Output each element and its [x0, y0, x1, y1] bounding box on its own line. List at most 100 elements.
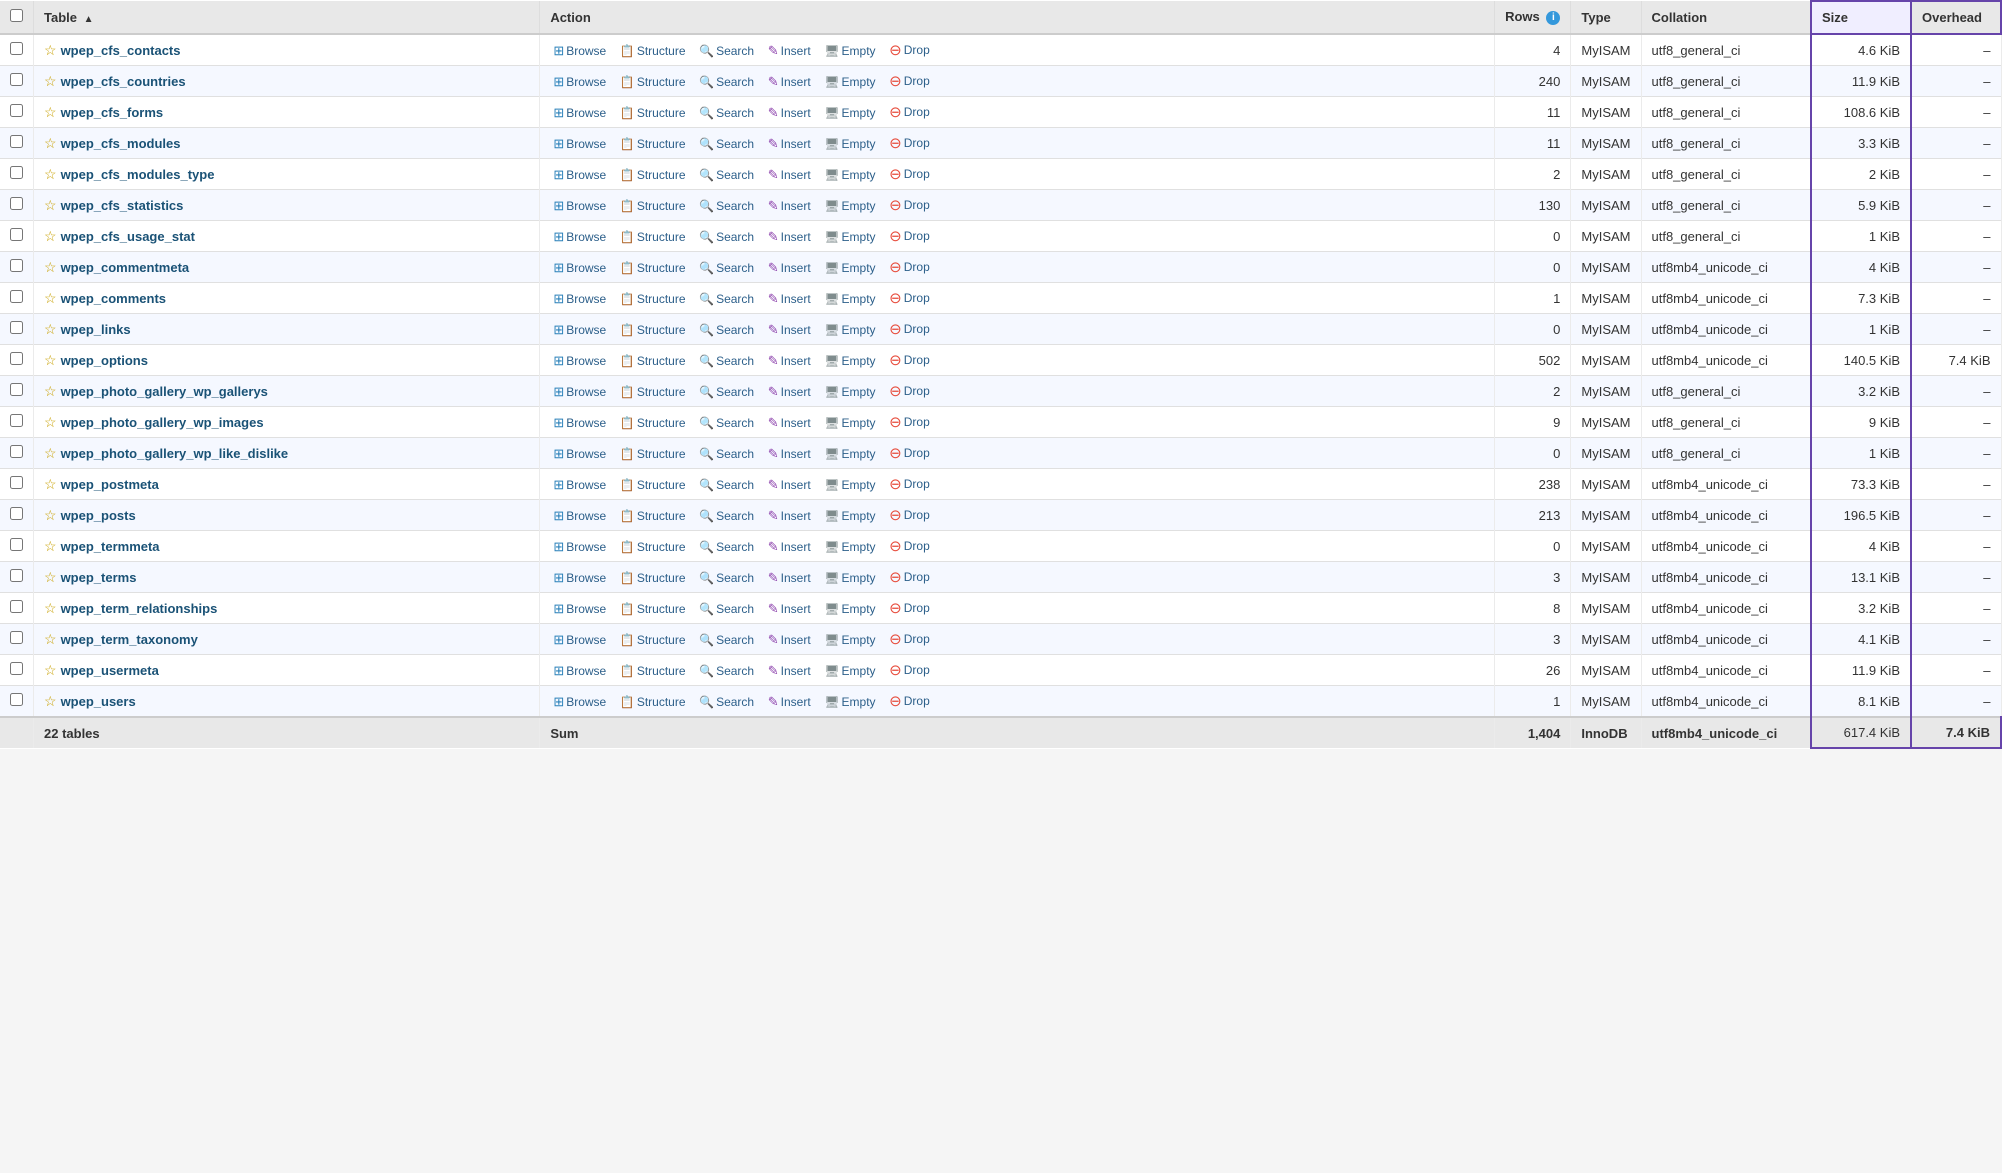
browse-button[interactable]: ⊞ Browse	[550, 383, 609, 401]
search-button[interactable]: 🔍 Search	[696, 415, 757, 431]
search-label[interactable]: Search	[716, 199, 754, 213]
structure-label[interactable]: Structure	[637, 44, 686, 58]
empty-button[interactable]: 🖥 Empty	[821, 632, 878, 648]
insert-label[interactable]: Insert	[781, 44, 811, 58]
favorite-star-icon[interactable]: ☆	[44, 135, 57, 151]
table-name-link[interactable]: wpep_postmeta	[61, 477, 159, 492]
table-name-link[interactable]: wpep_termmeta	[61, 539, 160, 554]
drop-label[interactable]: Drop	[904, 384, 930, 398]
row-checkbox[interactable]	[10, 507, 23, 520]
browse-button[interactable]: ⊞ Browse	[550, 42, 609, 60]
row-checkbox[interactable]	[10, 414, 23, 427]
empty-label[interactable]: Empty	[842, 199, 876, 213]
search-label[interactable]: Search	[716, 478, 754, 492]
drop-button[interactable]: ⊖ Drop	[886, 629, 933, 649]
insert-button[interactable]: ✎ Insert	[765, 631, 814, 649]
search-button[interactable]: 🔍 Search	[696, 74, 757, 90]
drop-button[interactable]: ⊖ Drop	[886, 195, 933, 215]
drop-label[interactable]: Drop	[904, 198, 930, 212]
structure-button[interactable]: 📋 Structure	[617, 570, 689, 586]
empty-button[interactable]: 🖥 Empty	[821, 353, 878, 369]
insert-button[interactable]: ✎ Insert	[765, 135, 814, 153]
browse-button[interactable]: ⊞ Browse	[550, 104, 609, 122]
empty-button[interactable]: 🖥 Empty	[821, 260, 878, 276]
structure-label[interactable]: Structure	[637, 447, 686, 461]
structure-label[interactable]: Structure	[637, 354, 686, 368]
drop-button[interactable]: ⊖ Drop	[886, 536, 933, 556]
rows-info-icon[interactable]: i	[1546, 11, 1560, 25]
drop-label[interactable]: Drop	[904, 105, 930, 119]
search-button[interactable]: 🔍 Search	[696, 353, 757, 369]
drop-button[interactable]: ⊖ Drop	[886, 505, 933, 525]
insert-button[interactable]: ✎ Insert	[765, 600, 814, 618]
drop-label[interactable]: Drop	[904, 43, 930, 57]
browse-label[interactable]: Browse	[566, 75, 606, 89]
drop-label[interactable]: Drop	[904, 353, 930, 367]
search-button[interactable]: 🔍 Search	[696, 167, 757, 183]
structure-label[interactable]: Structure	[637, 416, 686, 430]
search-button[interactable]: 🔍 Search	[696, 136, 757, 152]
browse-label[interactable]: Browse	[566, 633, 606, 647]
table-name-link[interactable]: wpep_cfs_modules_type	[61, 167, 215, 182]
insert-label[interactable]: Insert	[781, 416, 811, 430]
empty-label[interactable]: Empty	[842, 478, 876, 492]
row-checkbox[interactable]	[10, 569, 23, 582]
drop-label[interactable]: Drop	[904, 167, 930, 181]
structure-label[interactable]: Structure	[637, 230, 686, 244]
empty-label[interactable]: Empty	[842, 633, 876, 647]
table-name-link[interactable]: wpep_terms	[61, 570, 137, 585]
row-checkbox[interactable]	[10, 104, 23, 117]
structure-label[interactable]: Structure	[637, 509, 686, 523]
row-checkbox[interactable]	[10, 445, 23, 458]
empty-label[interactable]: Empty	[842, 602, 876, 616]
empty-button[interactable]: 🖥 Empty	[821, 539, 878, 555]
browse-button[interactable]: ⊞ Browse	[550, 197, 609, 215]
browse-label[interactable]: Browse	[566, 509, 606, 523]
favorite-star-icon[interactable]: ☆	[44, 538, 57, 554]
favorite-star-icon[interactable]: ☆	[44, 445, 57, 461]
drop-button[interactable]: ⊖ Drop	[886, 257, 933, 277]
insert-label[interactable]: Insert	[781, 509, 811, 523]
insert-button[interactable]: ✎ Insert	[765, 73, 814, 91]
insert-button[interactable]: ✎ Insert	[765, 662, 814, 680]
drop-button[interactable]: ⊖ Drop	[886, 474, 933, 494]
browse-label[interactable]: Browse	[566, 199, 606, 213]
browse-label[interactable]: Browse	[566, 447, 606, 461]
structure-label[interactable]: Structure	[637, 75, 686, 89]
row-checkbox[interactable]	[10, 476, 23, 489]
browse-label[interactable]: Browse	[566, 385, 606, 399]
search-button[interactable]: 🔍 Search	[696, 694, 757, 710]
browse-label[interactable]: Browse	[566, 261, 606, 275]
drop-label[interactable]: Drop	[904, 508, 930, 522]
table-name-link[interactable]: wpep_links	[61, 322, 131, 337]
favorite-star-icon[interactable]: ☆	[44, 73, 57, 89]
empty-label[interactable]: Empty	[842, 137, 876, 151]
browse-button[interactable]: ⊞ Browse	[550, 321, 609, 339]
browse-label[interactable]: Browse	[566, 602, 606, 616]
drop-label[interactable]: Drop	[904, 136, 930, 150]
drop-button[interactable]: ⊖ Drop	[886, 412, 933, 432]
structure-button[interactable]: 📋 Structure	[617, 167, 689, 183]
search-label[interactable]: Search	[716, 354, 754, 368]
search-label[interactable]: Search	[716, 323, 754, 337]
insert-label[interactable]: Insert	[781, 292, 811, 306]
browse-button[interactable]: ⊞ Browse	[550, 135, 609, 153]
row-checkbox[interactable]	[10, 290, 23, 303]
insert-button[interactable]: ✎ Insert	[765, 166, 814, 184]
favorite-star-icon[interactable]: ☆	[44, 631, 57, 647]
favorite-star-icon[interactable]: ☆	[44, 104, 57, 120]
search-label[interactable]: Search	[716, 137, 754, 151]
search-button[interactable]: 🔍 Search	[696, 229, 757, 245]
table-name-link[interactable]: wpep_cfs_usage_stat	[61, 229, 195, 244]
structure-button[interactable]: 📋 Structure	[617, 508, 689, 524]
empty-button[interactable]: 🖥 Empty	[821, 601, 878, 617]
structure-button[interactable]: 📋 Structure	[617, 539, 689, 555]
table-name-link[interactable]: wpep_photo_gallery_wp_like_dislike	[61, 446, 289, 461]
drop-button[interactable]: ⊖ Drop	[886, 660, 933, 680]
drop-label[interactable]: Drop	[904, 322, 930, 336]
insert-button[interactable]: ✎ Insert	[765, 507, 814, 525]
drop-button[interactable]: ⊖ Drop	[886, 288, 933, 308]
favorite-star-icon[interactable]: ☆	[44, 321, 57, 337]
drop-label[interactable]: Drop	[904, 229, 930, 243]
search-label[interactable]: Search	[716, 602, 754, 616]
